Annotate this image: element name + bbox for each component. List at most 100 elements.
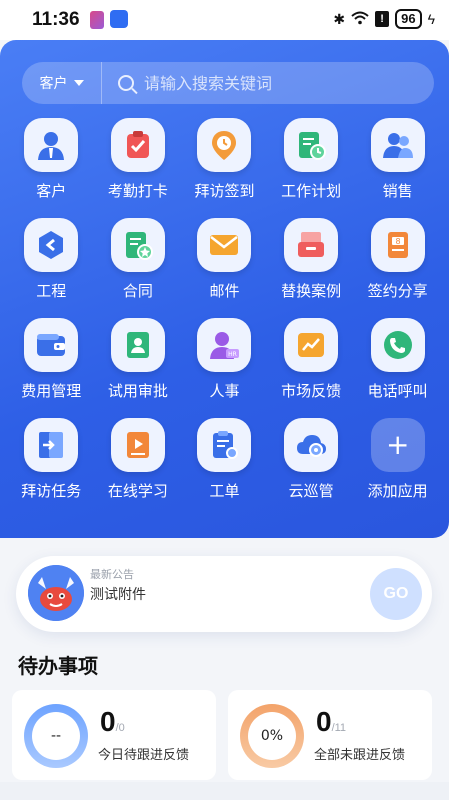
app-label: 试用审批 <box>107 382 168 400</box>
plus-icon: + <box>370 418 425 472</box>
app-grid: 客户 考勤打卡 拜访签到 工作计划 销售 工程 合同 邮件 替换案例 8 签约分… <box>0 118 449 502</box>
sales-icon <box>370 118 425 172</box>
today-progress-ring: -- <box>24 704 88 768</box>
svg-text:8: 8 <box>395 237 400 246</box>
visit-checkin-icon <box>197 118 252 172</box>
wifi-icon <box>351 11 369 28</box>
app-visit-task[interactable]: 拜访任务 <box>8 418 95 502</box>
ring-text: 0% <box>248 712 296 760</box>
app-label: 在线学习 <box>107 482 168 500</box>
notice-text: 测试附件 <box>90 587 146 603</box>
app-label: 合同 <box>122 282 153 300</box>
market-feedback-icon <box>284 318 339 372</box>
app-label: 替换案例 <box>281 282 342 300</box>
app-replacement-case[interactable]: 替换案例 <box>268 218 355 302</box>
search-type-select[interactable]: 客户 <box>22 62 102 104</box>
app-mail[interactable]: 邮件 <box>181 218 268 302</box>
contract-icon <box>110 218 165 272</box>
app-work-plan[interactable]: 工作计划 <box>268 118 355 202</box>
app-phone-call[interactable]: 电话呼叫 <box>354 318 441 402</box>
status-bar: 11:36 ✱ ! 96 ϟ <box>0 0 449 40</box>
count-total: /0 <box>115 722 125 734</box>
app-label: 费用管理 <box>21 382 82 400</box>
app-label: 云巡管 <box>288 482 334 500</box>
expense-icon <box>24 318 79 372</box>
todo-card-today[interactable]: -- 0/0 今日待跟进反馈 <box>12 690 216 780</box>
customer-icon <box>24 118 79 172</box>
app-attendance[interactable]: 考勤打卡 <box>95 118 182 202</box>
app-label: 工单 <box>209 482 240 500</box>
engineering-icon <box>24 218 79 272</box>
app-cloud-patrol[interactable]: 云巡管 <box>268 418 355 502</box>
app-label: 拜访签到 <box>194 182 255 200</box>
app-add[interactable]: + 添加应用 <box>354 418 441 502</box>
app-visit-checkin[interactable]: 拜访签到 <box>181 118 268 202</box>
count-value: 0 <box>100 706 116 737</box>
app-label: 工作计划 <box>281 182 342 200</box>
app-online-learning[interactable]: 在线学习 <box>95 418 182 502</box>
announcement-card[interactable]: 最新公告 测试附件 GO <box>16 556 432 632</box>
ring-text: -- <box>32 712 80 760</box>
mascot-avatar <box>28 565 84 621</box>
work-plan-icon <box>284 118 339 172</box>
app-label: 签约分享 <box>367 282 428 300</box>
bluetooth-icon: ✱ <box>333 10 346 27</box>
app-label: 拜访任务 <box>21 482 82 500</box>
todo-section-title: 待办事项 <box>18 654 98 678</box>
app-hr[interactable]: HR 人事 <box>181 318 268 402</box>
app-label: 市场反馈 <box>281 382 342 400</box>
app-label: 电话呼叫 <box>367 382 428 400</box>
count-value: 0 <box>316 706 332 737</box>
signing-share-icon: 8 <box>370 218 425 272</box>
app-market-feedback[interactable]: 市场反馈 <box>268 318 355 402</box>
attendance-icon <box>110 118 165 172</box>
trial-approval-icon <box>110 318 165 372</box>
charging-icon: ϟ <box>427 11 435 27</box>
app-trial-approval[interactable]: 试用审批 <box>95 318 182 402</box>
app-engineering[interactable]: 工程 <box>8 218 95 302</box>
cloud-patrol-icon <box>284 418 339 472</box>
bottom-fade <box>0 782 449 800</box>
app-sales[interactable]: 销售 <box>354 118 441 202</box>
app-label: 人事 <box>209 382 240 400</box>
search-input[interactable] <box>144 73 424 93</box>
app-label: 销售 <box>382 182 413 200</box>
mail-icon <box>197 218 252 272</box>
search-type-label: 客户 <box>39 76 68 92</box>
online-learning-icon <box>110 418 165 472</box>
search-icon <box>118 75 134 91</box>
app-label: 邮件 <box>209 282 240 300</box>
card-label: 今日待跟进反馈 <box>98 748 190 763</box>
replacement-case-icon <box>284 218 339 272</box>
app-signing-share[interactable]: 8 签约分享 <box>354 218 441 302</box>
notice-title: 最新公告 <box>90 568 134 581</box>
app-label: 考勤打卡 <box>107 182 168 200</box>
hr-icon: HR <box>197 318 252 372</box>
alert-icon: ! <box>375 11 390 27</box>
todo-card-all[interactable]: 0% 0/11 全部未跟进反馈 <box>228 690 432 780</box>
notification-app-icon <box>90 11 104 29</box>
status-time: 11:36 <box>32 9 80 30</box>
app-contract[interactable]: 合同 <box>95 218 182 302</box>
app-customer[interactable]: 客户 <box>8 118 95 202</box>
app-label: 添加应用 <box>367 482 428 500</box>
app-label: 工程 <box>36 282 67 300</box>
status-indicators: ✱ ! 96 ϟ <box>333 9 435 29</box>
go-button[interactable]: GO <box>370 568 422 620</box>
svg-text:HR: HR <box>229 351 238 358</box>
visit-task-icon <box>24 418 79 472</box>
count-total: /11 <box>331 722 347 734</box>
card-label: 全部未跟进反馈 <box>314 748 406 763</box>
today-count: 0/0 <box>100 706 125 738</box>
battery-indicator: 96 <box>395 9 422 29</box>
search-bar: 客户 <box>22 62 434 104</box>
chevron-down-icon <box>73 80 84 86</box>
phone-icon <box>370 318 425 372</box>
notification-chat-icon <box>110 10 128 28</box>
app-expense[interactable]: 费用管理 <box>8 318 95 402</box>
work-order-icon <box>197 418 252 472</box>
all-count: 0/11 <box>316 706 346 738</box>
app-work-order[interactable]: 工单 <box>181 418 268 502</box>
all-progress-ring: 0% <box>240 704 304 768</box>
plus-glyph: + <box>385 428 410 461</box>
